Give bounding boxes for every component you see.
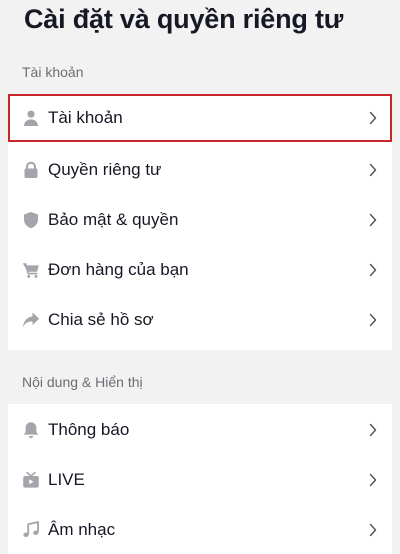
chevron-right-icon: [368, 212, 378, 228]
lock-icon: [22, 161, 40, 179]
settings-item-orders[interactable]: Đơn hàng của bạn: [8, 246, 392, 294]
chevron-right-icon: [368, 262, 378, 278]
settings-item-account[interactable]: Tài khoản: [8, 94, 392, 142]
chevron-right-icon: [368, 312, 378, 328]
settings-item-label: Quyền riêng tư: [48, 160, 162, 179]
cart-icon: [22, 261, 40, 279]
share-icon: [22, 311, 40, 329]
settings-item-music[interactable]: Âm nhạc: [8, 506, 392, 554]
settings-item-label: Tài khoản: [48, 108, 123, 127]
chevron-right-icon: [368, 422, 378, 438]
settings-item-label: Thông báo: [48, 420, 130, 439]
music-note-icon: [22, 521, 40, 539]
person-icon: [22, 109, 40, 127]
page-title: Cài đặt và quyền riêng tư: [24, 4, 344, 34]
settings-item-label: Âm nhạc: [48, 520, 116, 539]
settings-item-label: Chia sẻ hồ sơ: [48, 310, 154, 329]
shield-icon: [22, 211, 40, 229]
tv-icon: [22, 471, 40, 489]
settings-item-notifications[interactable]: Thông báo: [8, 406, 392, 454]
section-header-content-display: Nội dung & Hiển thị: [22, 374, 143, 390]
chevron-right-icon: [368, 162, 378, 178]
settings-item-privacy[interactable]: Quyền riêng tư: [8, 146, 392, 194]
settings-item-label: Bảo mật & quyền: [48, 210, 179, 229]
chevron-right-icon: [368, 110, 378, 126]
section-header-account: Tài khoản: [22, 64, 84, 80]
chevron-right-icon: [368, 472, 378, 488]
chevron-right-icon: [368, 522, 378, 538]
account-settings-card: Tài khoản Quyền riêng tư Bảo mật & quyền…: [8, 94, 392, 350]
settings-item-label: LIVE: [48, 470, 85, 489]
content-display-card: Thông báo LIVE Âm nhạc: [8, 404, 392, 554]
bell-icon: [22, 421, 40, 439]
settings-item-label: Đơn hàng của bạn: [48, 260, 189, 279]
settings-item-live[interactable]: LIVE: [8, 456, 392, 504]
settings-item-security[interactable]: Bảo mật & quyền: [8, 196, 392, 244]
settings-item-share-profile[interactable]: Chia sẻ hồ sơ: [8, 296, 392, 344]
